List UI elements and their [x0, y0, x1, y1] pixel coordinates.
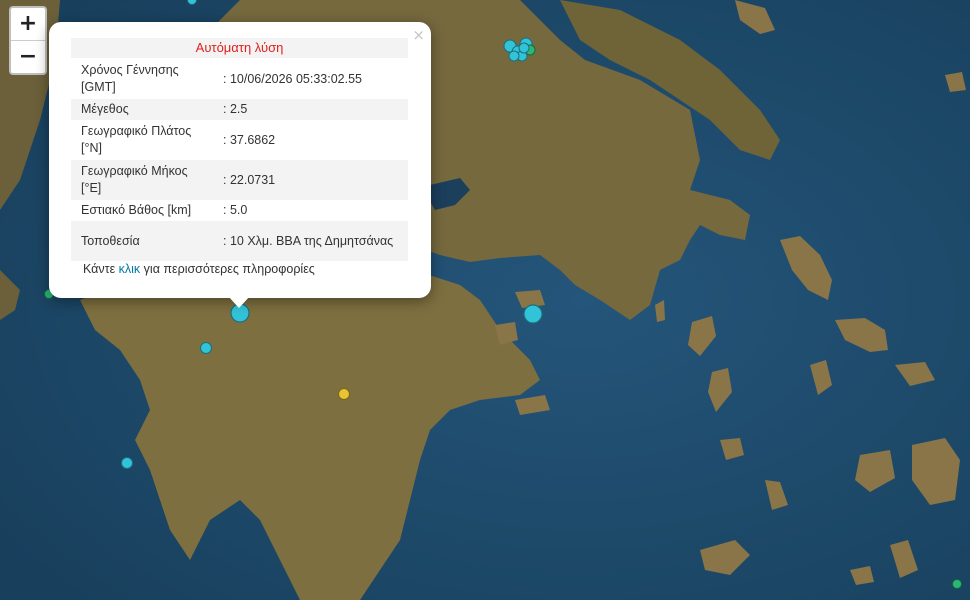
detail-label: Γεωγραφικό Πλάτος [°N]: [81, 124, 192, 155]
earthquake-marker-green[interactable]: [952, 579, 962, 589]
earthquake-marker[interactable]: [187, 0, 197, 5]
more-info-link[interactable]: κλικ: [119, 262, 141, 276]
detail-label: Εστιακό Βάθος [km]: [81, 203, 192, 217]
detail-value: : 10 Χλμ. ΒΒΑ της Δημητσάνας: [221, 221, 408, 261]
zoom-in-button[interactable]: +: [11, 8, 45, 40]
earthquake-marker[interactable]: [523, 304, 543, 324]
detail-row-longitude: Γεωγραφικό Μήκος [°E] : 22.0731: [71, 160, 408, 200]
detail-label: Μέγεθος: [71, 99, 221, 120]
detail-value: : 10/06/2026 05:33:02.55: [223, 71, 363, 86]
popup-title: Αυτόματη λύση: [71, 38, 408, 58]
detail-row-location: Τοποθεσία : 10 Χλμ. ΒΒΑ της Δημητσάνας: [71, 221, 408, 261]
earthquake-details-table: Χρόνος Γέννησης [GMT] : 10/06/2026 05:33…: [71, 59, 408, 261]
detail-row-depth: Εστιακό Βάθος [km] : 5.0: [71, 200, 408, 221]
zoom-control: + −: [9, 6, 47, 75]
detail-label: Τοποθεσία: [71, 221, 221, 261]
detail-value: : 22.0731: [221, 160, 408, 200]
more-info-text: Κάντε κλικ για περισσότερες πληροφορίες: [83, 262, 315, 276]
more-info-suffix: για περισσότερες πληροφορίες: [140, 262, 315, 276]
detail-value: : 5.0: [223, 203, 248, 217]
earthquake-popup: × Αυτόματη λύση Χρόνος Γέννησης [GMT] : …: [49, 22, 431, 298]
zoom-out-button[interactable]: −: [11, 40, 45, 73]
detail-row-magnitude: Μέγεθος : 2.5: [71, 99, 408, 120]
more-info-prefix: Κάντε: [83, 262, 119, 276]
earthquake-marker[interactable]: [121, 457, 133, 469]
detail-value: : 2.5: [221, 99, 408, 120]
detail-value: : 37.6862: [223, 132, 276, 147]
detail-row-latitude: Γεωγραφικό Πλάτος [°N] : 37.6862: [71, 120, 408, 160]
detail-row-time: Χρόνος Γέννησης [GMT] : 10/06/2026 05:33…: [71, 59, 408, 99]
detail-label: Γεωγραφικό Μήκος [°E]: [71, 160, 221, 200]
close-icon[interactable]: ×: [412, 26, 425, 44]
popup-tip: [228, 296, 250, 308]
detail-label: Χρόνος Γέννησης [GMT]: [81, 63, 179, 94]
earthquake-marker[interactable]: [200, 342, 212, 354]
earthquake-marker-yellow[interactable]: [338, 388, 350, 400]
